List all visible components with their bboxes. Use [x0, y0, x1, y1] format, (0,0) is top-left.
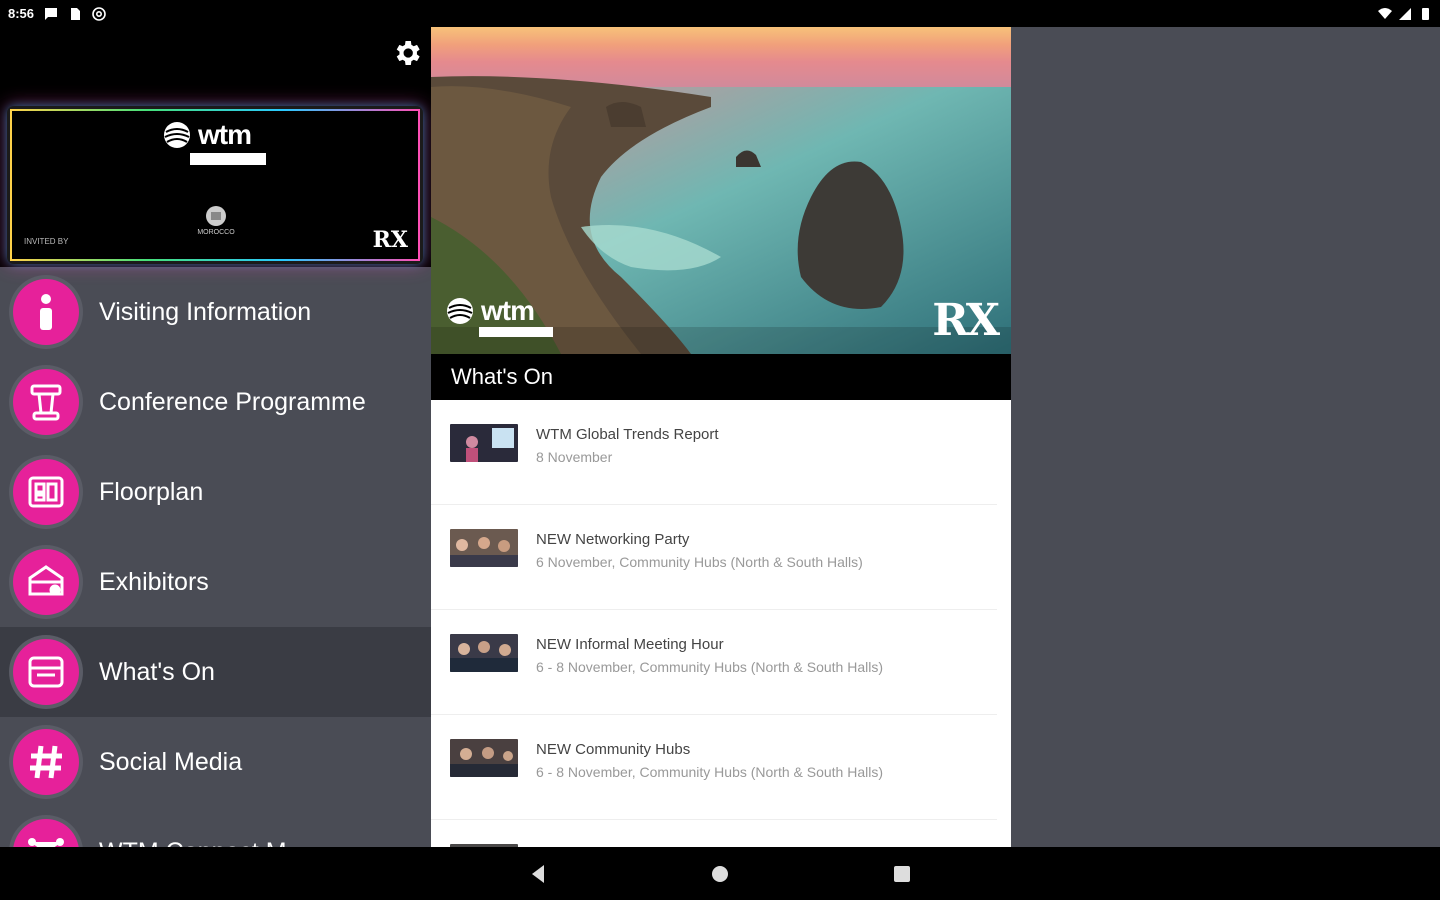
hero-rx-logo: RX [932, 295, 1000, 346]
sidebar-item-conference-programme[interactable]: Conference Programme [0, 357, 431, 447]
list-item[interactable] [431, 820, 997, 847]
recents-icon [894, 865, 910, 882]
event-list: WTM Global Trends Report 8 November NEW … [431, 400, 1011, 847]
at-icon [92, 6, 106, 21]
event-date: 6 - 8 November, Community Hubs (North & … [536, 764, 884, 780]
partner-logo: MOROCCO [184, 205, 248, 236]
event-thumbnail [450, 634, 518, 672]
list-item[interactable]: NEW Networking Party 6 November, Communi… [431, 505, 997, 610]
status-bar: 8:56 [0, 0, 1440, 27]
sim-icon [71, 7, 81, 20]
sidebar-item-visiting-information[interactable]: Visiting Information [0, 267, 431, 357]
list-item[interactable]: WTM Global Trends Report 8 November [431, 400, 997, 505]
drawer-header: wtm MOROCCO INVITED BY RX [0, 27, 431, 267]
wtm-logo: wtm [162, 119, 252, 151]
hashtag-icon [13, 729, 79, 795]
banner-date-strip [190, 153, 266, 165]
event-title: NEW Networking Party [536, 531, 690, 548]
info-icon [13, 279, 79, 345]
sidebar-item-whats-on[interactable]: What's On [0, 627, 431, 717]
sidebar-item-floorplan[interactable]: Floorplan [0, 447, 431, 537]
sidebar-item-exhibitors[interactable]: Exhibitors [0, 537, 431, 627]
podium-icon [13, 369, 79, 435]
event-thumbnail [450, 424, 518, 462]
home-button[interactable] [700, 854, 740, 894]
status-time: 8:56 [8, 6, 35, 21]
wifi-icon [1378, 7, 1392, 19]
event-date: 6 - 8 November, Community Hubs (North & … [536, 659, 884, 675]
event-thumbnail [450, 529, 518, 567]
event-title: WTM Global Trends Report [536, 426, 719, 443]
signal-icon [1399, 7, 1411, 20]
event-title: NEW Community Hubs [536, 741, 691, 758]
back-button[interactable] [518, 854, 558, 894]
main-content: wtm RX What's On WTM Global Trends Repor… [431, 27, 1011, 847]
navigation-drawer: wtm MOROCCO INVITED BY RX Visiting Infor… [0, 27, 431, 847]
section-header: What's On [431, 354, 1011, 400]
hero-image: wtm RX [431, 27, 1011, 354]
home-icon [712, 865, 728, 882]
event-date: 8 November [536, 449, 613, 465]
floorplan-icon [13, 459, 79, 525]
event-date: 6 November, Community Hubs (North & Sout… [536, 554, 863, 570]
battery-icon [1422, 7, 1429, 20]
hero-wtm-logo: wtm [445, 295, 535, 327]
sidebar-item-social-media[interactable]: Social Media [0, 717, 431, 807]
back-icon [532, 864, 544, 883]
rx-logo: RX [372, 227, 408, 253]
network-icon [13, 819, 79, 847]
list-item[interactable]: NEW Community Hubs 6 - 8 November, Commu… [431, 715, 997, 820]
event-thumbnail [450, 739, 518, 777]
globe-icon [447, 298, 473, 324]
section-title: What's On [451, 364, 554, 389]
event-title: NEW Informal Meeting Hour [536, 636, 724, 653]
settings-button[interactable] [389, 35, 425, 71]
hero-date-strip [479, 327, 553, 337]
gear-icon [396, 41, 420, 65]
system-navigation-bar [0, 847, 1440, 900]
exhibitor-icon [13, 549, 79, 615]
partner-emblem-icon [206, 206, 226, 226]
list-item[interactable]: NEW Informal Meeting Hour 6 - 8 November… [431, 610, 997, 715]
detail-pane-background [1011, 27, 1440, 847]
calendar-icon [13, 639, 79, 705]
event-banner: wtm MOROCCO INVITED BY RX [10, 109, 420, 261]
globe-icon [164, 122, 190, 148]
message-icon [45, 7, 58, 20]
sidebar-item-wtm-connect[interactable]: WTM Connect M... [0, 807, 431, 847]
recents-button[interactable] [882, 854, 922, 894]
